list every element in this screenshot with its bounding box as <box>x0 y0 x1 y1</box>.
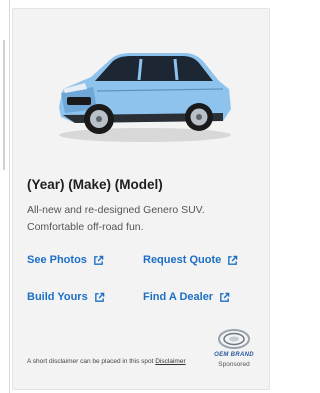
brand-name: OEM BRAND <box>214 352 254 358</box>
external-link-icon <box>228 255 238 265</box>
sponsored-label: Sponsored <box>218 361 250 368</box>
disclaimer-body: A short disclaimer can be placed in this… <box>27 358 154 365</box>
request-quote-label: Request Quote <box>143 254 222 266</box>
build-yours-link[interactable]: Build Yours <box>27 291 105 303</box>
disclaimer-link[interactable]: Disclaimer <box>155 358 185 365</box>
find-a-dealer-label: Find A Dealer <box>143 291 214 303</box>
oem-brand-block[interactable]: OEM BRAND Sponsored <box>209 327 259 368</box>
disclaimer-text: A short disclaimer can be placed in this… <box>27 357 203 366</box>
suv-car-image[interactable] <box>53 37 235 147</box>
sponsored-vehicle-card[interactable]: (Year) (Make) (Model) All-new and re-des… <box>12 8 270 390</box>
vehicle-title: (Year) (Make) (Model) <box>27 177 163 192</box>
oem-brand-logo-icon <box>218 329 250 349</box>
panel-divider <box>3 40 5 170</box>
external-link-icon <box>220 292 230 302</box>
find-a-dealer-link[interactable]: Find A Dealer <box>143 291 230 303</box>
vehicle-description: All-new and re-designed Genero SUV. Comf… <box>27 204 205 233</box>
adjacent-panel-edge <box>0 0 10 393</box>
external-link-icon <box>94 255 104 265</box>
see-photos-label: See Photos <box>27 254 87 266</box>
see-photos-link[interactable]: See Photos <box>27 254 104 266</box>
build-yours-label: Build Yours <box>27 291 88 303</box>
external-link-icon <box>94 292 105 302</box>
request-quote-link[interactable]: Request Quote <box>143 254 238 266</box>
